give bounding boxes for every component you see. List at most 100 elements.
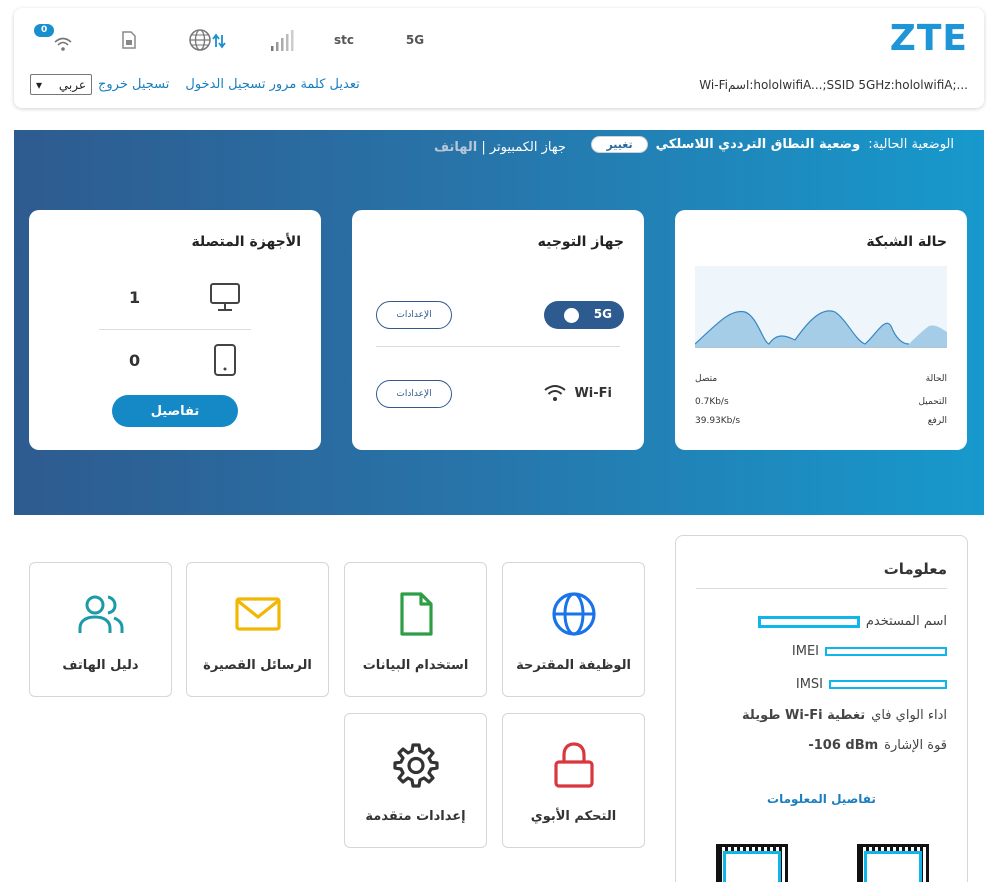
computer-count: 1 <box>129 287 141 307</box>
signal-status <box>268 26 298 54</box>
file-icon <box>399 592 433 636</box>
band-label: 5G <box>593 307 612 321</box>
carrier-name: stc <box>334 33 354 47</box>
globe-icon <box>551 592 596 636</box>
imei-redacted <box>825 647 947 656</box>
language-selected: عربي <box>58 77 86 92</box>
tile-data-usage[interactable]: استخدام البيانات <box>344 562 487 697</box>
devices-divider <box>99 329 251 330</box>
imei-label: IMEI <box>791 644 819 659</box>
signal-strength-value: -106 dBm <box>808 738 879 753</box>
devices-details-button[interactable]: تفاصيل <box>112 395 238 427</box>
router-title: جهاز التوجيه <box>537 234 624 250</box>
status-value: متصل <box>695 374 718 384</box>
tile-sms[interactable]: الرسائل القصيرة <box>186 562 329 697</box>
wifi-settings-button[interactable]: الإعدادات <box>376 380 452 408</box>
download-value: 39.93Kb/s <box>695 416 741 426</box>
imsi-label: IMSI <box>795 677 823 692</box>
qr-code-wifi <box>716 844 788 882</box>
qr-redacted <box>864 851 922 882</box>
wifi-performance-row: اداء الواي فاي تغطية Wi-Fi طويلة <box>742 708 947 723</box>
username-redacted <box>757 615 860 628</box>
monitor-icon <box>210 283 240 311</box>
qr-code-app <box>857 844 929 882</box>
wifi-performance-label: اداء الواي فاي <box>871 708 947 723</box>
current-mode: الوضعية الحالية: وضعية النطاق الترددي ال… <box>591 136 954 153</box>
network-status-card: حالة الشبكة متصل الحالة 0.7Kb/s التحميل … <box>675 210 967 450</box>
router-card: جهاز التوجيه 5G الإعدادات الإعدادات Wi-F… <box>352 210 644 450</box>
tile-data-usage-label: استخدام البيانات <box>362 658 469 673</box>
dashboard-banner: الوضعية الحالية: وضعية النطاق الترددي ال… <box>14 130 984 515</box>
sim-status <box>114 26 144 54</box>
upload-row: 0.7Kb/s التحميل <box>695 397 947 407</box>
lock-icon <box>553 742 594 788</box>
imsi-redacted <box>829 680 947 689</box>
connected-devices-card: الأجهزة المتصلة 1 0 تفاصيل <box>29 210 321 450</box>
download-label: الرفع <box>927 416 947 426</box>
wifi-status: 0 <box>34 24 74 54</box>
mail-icon <box>234 597 281 631</box>
signal-strength-label: قوة الإشارة <box>884 738 947 753</box>
mode-value: وضعية النطاق الترددي اللاسلكي <box>655 137 861 152</box>
upload-value: 0.7Kb/s <box>695 397 729 407</box>
info-details-link[interactable]: تفاصيل المعلومات <box>676 792 967 806</box>
contacts-icon <box>78 595 123 633</box>
network-status-title: حالة الشبكة <box>866 234 947 250</box>
phone-count: 0 <box>129 350 141 370</box>
connected-devices-title: الأجهزة المتصلة <box>191 234 301 250</box>
upload-label: التحميل <box>918 397 947 407</box>
zte-logo: ZTE <box>889 18 968 59</box>
wifi-row: Wi-Fi <box>544 384 612 402</box>
signal-bars-icon <box>271 30 294 51</box>
toggle-knob <box>564 308 579 323</box>
change-mode-button[interactable]: تغيير <box>591 136 648 153</box>
view-phone[interactable]: الهاتف <box>434 140 477 155</box>
tile-parental-control[interactable]: التحكم الأبوي <box>502 713 645 848</box>
view-computer[interactable]: جهاز الكمبيوتر <box>490 140 566 155</box>
network-traffic-graph <box>695 266 947 348</box>
phone-icon <box>214 344 236 376</box>
download-row: 39.93Kb/s الرفع <box>695 416 947 426</box>
gear-icon <box>392 743 439 788</box>
view-separator: | <box>481 140 486 155</box>
device-view-switch: جهاز الكمبيوتر | الهاتف <box>434 140 566 155</box>
status-row: متصل الحالة <box>695 374 947 384</box>
band-settings-button[interactable]: الإعدادات <box>376 301 452 329</box>
ssid-info: Wi-Fiاسم:hololwifiA...;SSID 5GHz:hololwi… <box>699 78 968 92</box>
chevron-down-icon: ▾ <box>36 77 43 92</box>
tile-recommended[interactable]: الوظيفة المقترحة <box>502 562 645 697</box>
band-5g-toggle[interactable]: 5G <box>544 301 624 329</box>
top-header: 0 stc 5G ZTE Wi-Fiاسم:hololwifiA...;SSID… <box>14 8 984 108</box>
username-label: اسم المستخدم <box>865 614 947 629</box>
username-row: اسم المستخدم <box>757 614 947 629</box>
computer-devices-row: 1 <box>129 282 241 312</box>
wifi-label: Wi-Fi <box>574 385 612 401</box>
phone-devices-row: 0 <box>129 344 241 376</box>
language-select[interactable]: ▾ عربي <box>30 74 92 95</box>
imsi-row: IMSI <box>796 677 947 692</box>
mode-prefix: الوضعية الحالية: <box>868 137 954 152</box>
data-status <box>186 26 232 54</box>
tile-phonebook-label: دليل الهاتف <box>62 658 139 673</box>
tile-advanced-label: إعدادات متقدمة <box>365 809 466 824</box>
info-panel: معلومات اسم المستخدم IMEI IMSI اداء الوا… <box>675 535 968 882</box>
wifi-icon <box>544 385 567 401</box>
tile-advanced-settings[interactable]: إعدادات متقدمة <box>344 713 487 848</box>
globe-data-icon <box>189 29 226 51</box>
qr-redacted <box>723 851 781 882</box>
logout-link[interactable]: تسجيل خروج <box>98 77 169 92</box>
signal-strength-row: قوة الإشارة -106 dBm <box>808 738 947 753</box>
imei-row: IMEI <box>792 644 947 659</box>
tile-phonebook[interactable]: دليل الهاتف <box>29 562 172 697</box>
status-label: الحالة <box>925 374 947 384</box>
tile-sms-label: الرسائل القصيرة <box>203 658 312 673</box>
tile-recommended-label: الوظيفة المقترحة <box>516 658 631 673</box>
header-links: ▾ عربي تسجيل خروج تعديل كلمة مرور تسجيل … <box>30 74 360 95</box>
wifi-icon <box>54 37 72 51</box>
change-password-link[interactable]: تعديل كلمة مرور تسجيل الدخول <box>185 77 359 92</box>
wifi-client-badge: 0 <box>34 24 55 37</box>
router-divider <box>376 346 620 347</box>
network-type: 5G <box>405 33 425 47</box>
sim-card-icon <box>122 31 136 49</box>
tile-parental-label: التحكم الأبوي <box>530 809 617 824</box>
